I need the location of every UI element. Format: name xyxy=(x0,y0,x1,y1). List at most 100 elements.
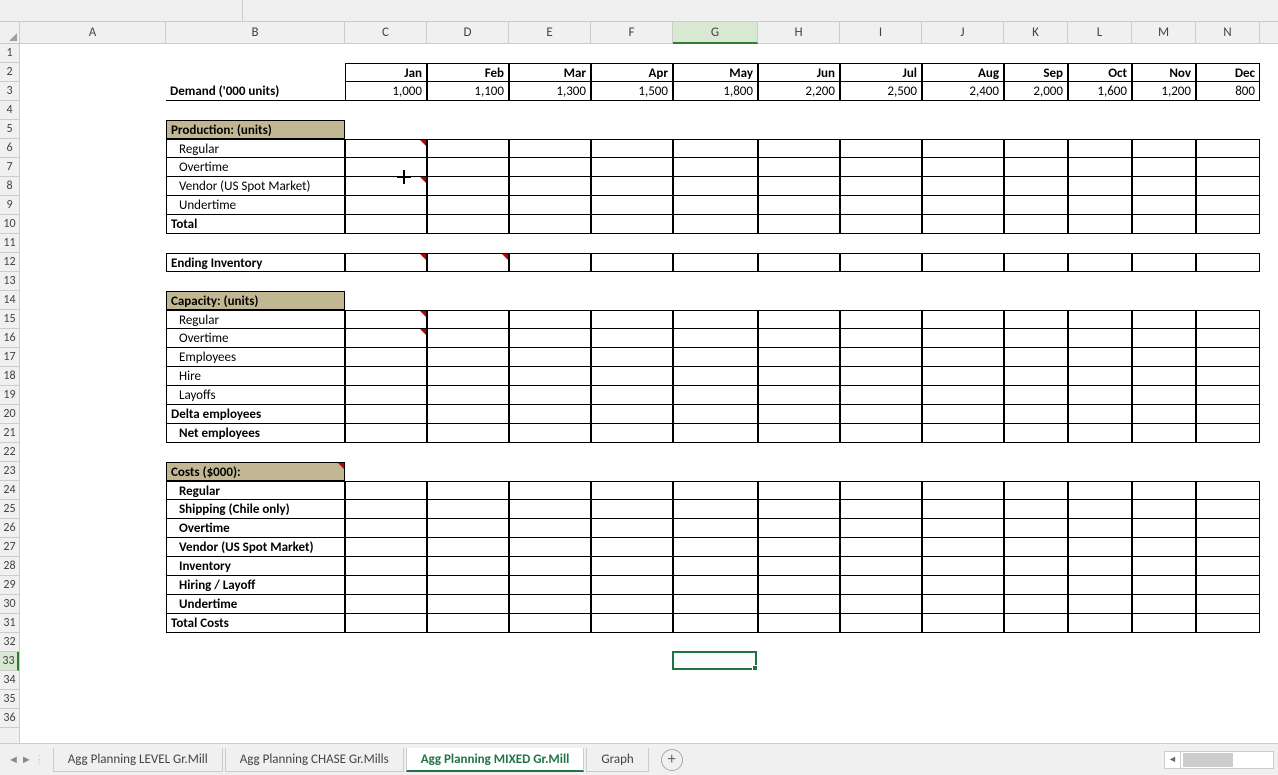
cell-N8[interactable] xyxy=(1196,177,1260,196)
cell-H9[interactable] xyxy=(758,196,840,215)
cell-C19[interactable] xyxy=(345,386,427,405)
cell-C16[interactable] xyxy=(345,329,427,348)
cell-D6[interactable] xyxy=(427,139,509,158)
cell-I7[interactable] xyxy=(840,158,922,177)
production-row-undertime[interactable]: Undertime xyxy=(166,196,345,215)
row-headers[interactable]: 1234567891011121314151617181920212223242… xyxy=(0,44,20,743)
cell-H16[interactable] xyxy=(758,329,840,348)
costs-row-inventory[interactable]: Inventory xyxy=(166,557,345,576)
column-header-C[interactable]: C xyxy=(345,22,427,44)
row-header-10[interactable]: 10 xyxy=(0,215,19,234)
cell-H28[interactable] xyxy=(758,557,840,576)
cell-L7[interactable] xyxy=(1068,158,1132,177)
cell-G26[interactable] xyxy=(673,519,758,538)
row-header-29[interactable]: 29 xyxy=(0,576,19,595)
cell-C9[interactable] xyxy=(345,196,427,215)
add-sheet-button[interactable]: + xyxy=(661,749,683,771)
row-header-3[interactable]: 3 xyxy=(0,82,19,101)
cell-M20[interactable] xyxy=(1132,405,1196,424)
cell-I21[interactable] xyxy=(840,424,922,443)
cell-E29[interactable] xyxy=(509,576,591,595)
costs-header[interactable]: Costs ($000): xyxy=(166,462,345,481)
cell-E24[interactable] xyxy=(509,481,591,500)
capacity-row-hire[interactable]: Hire xyxy=(166,367,345,386)
cell-K10[interactable] xyxy=(1004,215,1068,234)
cell-J29[interactable] xyxy=(922,576,1004,595)
cell-K20[interactable] xyxy=(1004,405,1068,424)
cell-D19[interactable] xyxy=(427,386,509,405)
capacity-header[interactable]: Capacity: (units) xyxy=(166,291,345,310)
select-all-corner[interactable] xyxy=(0,22,20,44)
cell-H7[interactable] xyxy=(758,158,840,177)
cell-F24[interactable] xyxy=(591,481,673,500)
cell-K31[interactable] xyxy=(1004,614,1068,633)
cell-H19[interactable] xyxy=(758,386,840,405)
column-header-H[interactable]: H xyxy=(758,22,840,44)
row-header-33[interactable]: 33 xyxy=(0,652,19,671)
column-headers[interactable]: ABCDEFGHIJKLMN xyxy=(20,22,1278,44)
cell-D18[interactable] xyxy=(427,367,509,386)
cell-K29[interactable] xyxy=(1004,576,1068,595)
cell-C8[interactable] xyxy=(345,177,427,196)
cell-C20[interactable] xyxy=(345,405,427,424)
demand-may[interactable]: 1,800 xyxy=(673,82,758,101)
cell-E27[interactable] xyxy=(509,538,591,557)
cell-D15[interactable] xyxy=(427,310,509,329)
cell-M25[interactable] xyxy=(1132,500,1196,519)
cell-E21[interactable] xyxy=(509,424,591,443)
cell-H20[interactable] xyxy=(758,405,840,424)
cell-H15[interactable] xyxy=(758,310,840,329)
cell-D28[interactable] xyxy=(427,557,509,576)
cell-N7[interactable] xyxy=(1196,158,1260,177)
cell-K12[interactable] xyxy=(1004,253,1068,272)
demand-oct[interactable]: 1,600 xyxy=(1068,82,1132,101)
cell-J27[interactable] xyxy=(922,538,1004,557)
cell-N30[interactable] xyxy=(1196,595,1260,614)
cell-J18[interactable] xyxy=(922,367,1004,386)
row-header-19[interactable]: 19 xyxy=(0,386,19,405)
month-header-jan[interactable]: Jan xyxy=(345,63,427,82)
cell-D24[interactable] xyxy=(427,481,509,500)
cell-E25[interactable] xyxy=(509,500,591,519)
month-header-feb[interactable]: Feb xyxy=(427,63,509,82)
cell-I27[interactable] xyxy=(840,538,922,557)
cell-H26[interactable] xyxy=(758,519,840,538)
cell-J6[interactable] xyxy=(922,139,1004,158)
cell-I6[interactable] xyxy=(840,139,922,158)
cell-F9[interactable] xyxy=(591,196,673,215)
cell-E9[interactable] xyxy=(509,196,591,215)
cell-F8[interactable] xyxy=(591,177,673,196)
cell-M19[interactable] xyxy=(1132,386,1196,405)
cell-F29[interactable] xyxy=(591,576,673,595)
row-header-27[interactable]: 27 xyxy=(0,538,19,557)
cell-M7[interactable] xyxy=(1132,158,1196,177)
cell-L26[interactable] xyxy=(1068,519,1132,538)
cell-K28[interactable] xyxy=(1004,557,1068,576)
cell-L27[interactable] xyxy=(1068,538,1132,557)
cell-J30[interactable] xyxy=(922,595,1004,614)
row-header-4[interactable]: 4 xyxy=(0,101,19,120)
costs-row-shipping-chile-only-[interactable]: Shipping (Chile only) xyxy=(166,500,345,519)
cell-G7[interactable] xyxy=(673,158,758,177)
cell-G21[interactable] xyxy=(673,424,758,443)
demand-jun[interactable]: 2,200 xyxy=(758,82,840,101)
month-header-apr[interactable]: Apr xyxy=(591,63,673,82)
cell-E8[interactable] xyxy=(509,177,591,196)
cell-M6[interactable] xyxy=(1132,139,1196,158)
cell-N10[interactable] xyxy=(1196,215,1260,234)
cell-C10[interactable] xyxy=(345,215,427,234)
cell-I9[interactable] xyxy=(840,196,922,215)
row-header-18[interactable]: 18 xyxy=(0,367,19,386)
cell-E20[interactable] xyxy=(509,405,591,424)
cell-M26[interactable] xyxy=(1132,519,1196,538)
cell-J25[interactable] xyxy=(922,500,1004,519)
cell-M12[interactable] xyxy=(1132,253,1196,272)
cell-M15[interactable] xyxy=(1132,310,1196,329)
cell-K25[interactable] xyxy=(1004,500,1068,519)
cell-G29[interactable] xyxy=(673,576,758,595)
costs-row-overtime[interactable]: Overtime xyxy=(166,519,345,538)
cell-F21[interactable] xyxy=(591,424,673,443)
column-header-N[interactable]: N xyxy=(1196,22,1260,44)
cell-K21[interactable] xyxy=(1004,424,1068,443)
cell-H18[interactable] xyxy=(758,367,840,386)
